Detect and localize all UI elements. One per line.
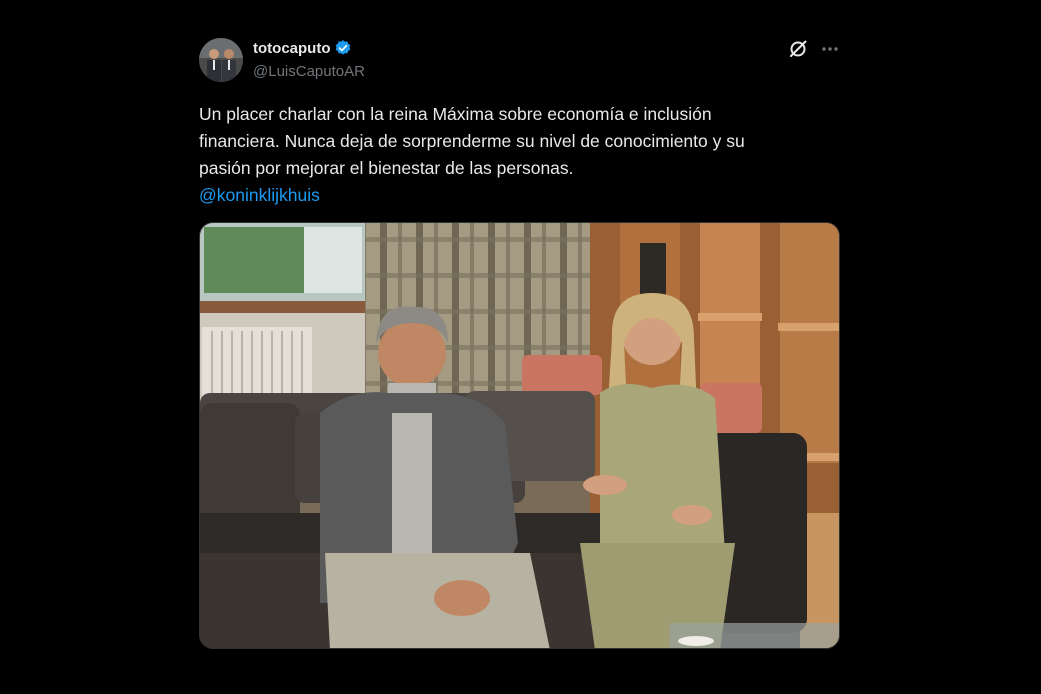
verified-badge-icon	[334, 39, 352, 57]
tweet-text: Un placer charlar con la reina Máxima so…	[199, 101, 839, 209]
display-name[interactable]: totocaputo	[253, 40, 330, 57]
grok-icon[interactable]	[787, 38, 809, 60]
tweet-photo[interactable]	[199, 222, 840, 649]
handle[interactable]: @LuisCaputoAR	[253, 63, 365, 80]
mention-link[interactable]: @koninklijkhuis	[199, 182, 320, 209]
tweet-text-line: pasión por mejorar el bienestar de las p…	[199, 158, 574, 178]
more-options-icon[interactable]	[819, 38, 841, 60]
avatar[interactable]	[199, 38, 243, 82]
author-name-row: totocaputo	[253, 39, 352, 57]
tweet-text-line: financiera. Nunca deja de sorprenderme s…	[199, 131, 745, 151]
tweet-text-line: Un placer charlar con la reina Máxima so…	[199, 104, 712, 124]
